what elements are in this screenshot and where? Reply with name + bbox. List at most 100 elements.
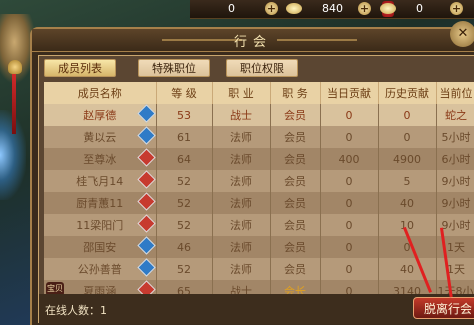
cell-role: 会员 [270,192,321,214]
cell-today: 0 [320,258,379,280]
cell-name: 邵国安 [44,236,157,258]
cell-name: 11梁阳门 [44,214,157,236]
mage-icon [136,104,155,123]
close-button[interactable]: ✕ [450,21,474,47]
cell-location: 9小时 [436,170,474,192]
cell-level: 52 [156,258,213,280]
warrior-icon [136,148,155,167]
cell-role: 会员 [270,236,321,258]
tab-special-positions[interactable]: 特殊职位 [138,59,210,77]
cell-name: 至尊冰 [44,148,157,170]
cell-job: 法师 [212,148,271,170]
title-bar: 行会 [32,29,474,52]
silver-ingot-icon [380,3,396,14]
cell-total: 0 [378,104,437,126]
cell-total: 40 [378,192,437,214]
cell-level: 52 [156,192,213,214]
table-row[interactable]: 厨青蕙11 52 法师 会员 0 40 9小时 [44,192,474,214]
tassel-ornament [12,74,16,134]
cell-level: 46 [156,236,213,258]
cell-role: 会员 [270,170,321,192]
column-header-total[interactable]: 历史贡献 [378,82,437,104]
cell-today: 0 [320,104,379,126]
cell-name: 厨青蕙11 [44,192,157,214]
cell-role: 会员 [270,258,321,280]
cell-location: 1天 [436,258,474,280]
cell-level: 61 [156,126,213,148]
footer-bar: 在线人数：1 脱离行会 [39,294,474,324]
member-name: 11梁阳门 [76,219,124,232]
cell-location: 5小时 [436,126,474,148]
resource-value-1: 0 [228,2,235,15]
table-row[interactable]: 桂飞月14 52 法师 会员 0 5 9小时 [44,170,474,192]
resource-value-3: 0 [416,2,423,15]
bell-icon [8,60,22,74]
cell-total: 5 [378,170,437,192]
cell-today: 0 [320,126,379,148]
cell-total: 0 [378,126,437,148]
content-area: 成员列表 特殊职位 职位权限 成员名称 等 级 职 业 职 务 当日贡献 历史贡… [38,55,474,324]
cell-name: 赵厚德 [44,104,157,126]
cell-role: 会员 [270,104,321,126]
column-header-today[interactable]: 当日贡献 [320,82,379,104]
member-table: 成员名称 等 级 职 业 职 务 当日贡献 历史贡献 当前位 赵厚德 53 战士 会员… [44,82,474,302]
member-name: 黄以云 [83,131,117,144]
cell-job: 法师 [212,170,271,192]
table-row[interactable]: 11梁阳门 52 法师 会员 0 10 9小时 [44,214,474,236]
cell-total: 40 [378,258,437,280]
cell-location: 6小时 [436,148,474,170]
cell-today: 0 [320,192,379,214]
add-resource-1-button[interactable]: + [265,2,278,15]
cell-job: 战士 [212,104,271,126]
table-row[interactable]: 黄以云 61 法师 会员 0 0 5小时 [44,126,474,148]
online-count: 在线人数：1 [45,304,107,317]
table-row[interactable]: 赵厚德 53 战士 会员 0 0 蛇之 [44,104,474,126]
tab-member-list[interactable]: 成员列表 [44,59,116,77]
resource-value-2: 840 [322,2,343,15]
tab-position-permissions[interactable]: 职位权限 [226,59,298,77]
mage-icon [136,236,155,255]
table-row[interactable]: 至尊冰 64 法师 会员 400 4900 6小时 [44,148,474,170]
cell-level: 52 [156,214,213,236]
member-name: 邵国安 [83,241,117,254]
column-header-level[interactable]: 等 级 [156,82,213,104]
member-rows: 赵厚德 53 战士 会员 0 0 蛇之 黄以云 61 法师 会员 0 0 5小时 至尊冰 64 法师 会员 400 4… [44,104,474,302]
guild-window: 行会 ✕ 成员列表 特殊职位 职位权限 成员名称 等 级 职 业 职 务 当日贡… [30,21,474,325]
cell-role: 会员 [270,214,321,236]
add-resource-2-button[interactable]: + [358,2,371,15]
mage-icon [136,126,155,145]
mage-icon [136,258,155,277]
member-name: 公孙善普 [77,263,122,276]
member-name: 赵厚德 [83,109,117,122]
cell-name: 黄以云 [44,126,157,148]
cell-job: 法师 [212,126,271,148]
warrior-icon [136,214,155,233]
cell-level: 53 [156,104,213,126]
window-title: 行会 [233,35,272,50]
table-row[interactable]: 公孙善普 52 法师 会员 0 40 1天 [44,258,474,280]
cell-level: 64 [156,148,213,170]
cell-total: 4900 [378,148,437,170]
warrior-icon [136,170,155,189]
cell-level: 52 [156,170,213,192]
cell-role: 会员 [270,126,321,148]
cell-today: 0 [320,170,379,192]
leave-guild-button[interactable]: 脱离行会 [413,297,474,319]
column-header-job[interactable]: 职 业 [212,82,271,104]
cell-location: 蛇之 [436,104,474,126]
add-resource-3-button[interactable]: + [450,2,463,15]
cell-today: 0 [320,236,379,258]
column-header-location[interactable]: 当前位 [436,82,474,104]
column-header-role[interactable]: 职 务 [270,82,321,104]
cell-name: 桂飞月14 [44,170,157,192]
member-name: 厨青蕙11 [76,197,124,210]
cell-today: 400 [320,148,379,170]
column-header-name[interactable]: 成员名称 [44,82,157,104]
resource-bar: 0 + 840 + 0 + [190,0,474,19]
member-name: 桂飞月14 [76,175,124,188]
warrior-icon [136,192,155,211]
cell-job: 法师 [212,258,271,280]
cell-job: 法师 [212,214,271,236]
cell-today: 0 [320,214,379,236]
cell-name: 公孙善普 [44,258,157,280]
